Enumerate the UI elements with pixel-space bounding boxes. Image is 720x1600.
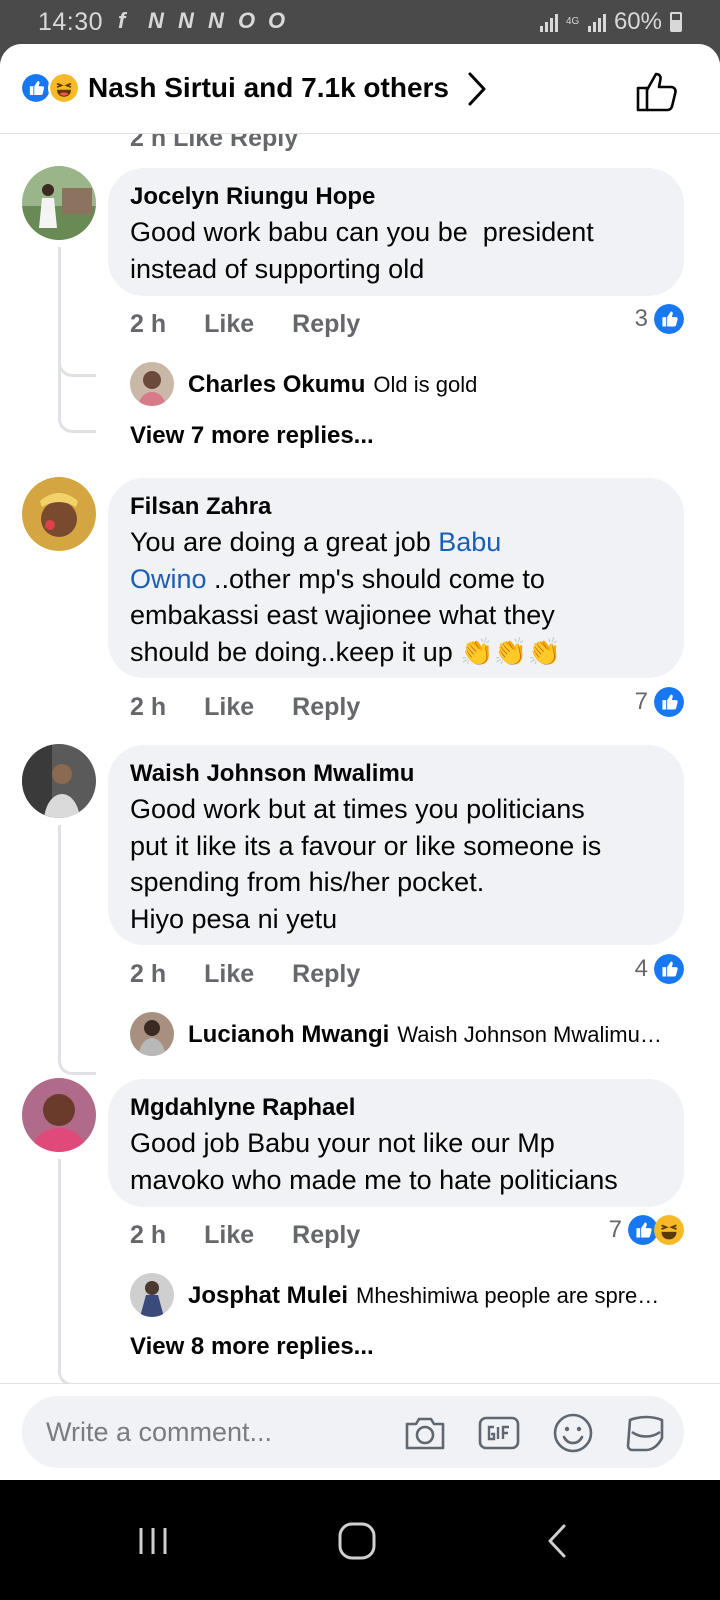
- reaction-count[interactable]: 7: [609, 1215, 684, 1245]
- reaction-count-value: 7: [608, 1216, 622, 1243]
- recent-apps-icon[interactable]: [130, 1518, 176, 1564]
- comment-bubble[interactable]: Mgdahlyne Raphael Good job Babu your not…: [108, 1079, 684, 1207]
- comment-text: Good job Babu your not like our Mp mavok…: [130, 1128, 618, 1195]
- clapping-emoji: 👏👏👏: [460, 636, 562, 667]
- avatar[interactable]: [22, 166, 96, 240]
- reply-preview[interactable]: Charles Okumu Old is gold: [188, 371, 477, 399]
- comment-text: Good work but at times you politicians p…: [130, 794, 602, 934]
- comment-actions: 2 h Like Reply: [130, 960, 360, 989]
- like-action[interactable]: Like: [204, 310, 254, 339]
- reply-thread-line: [58, 1159, 96, 1386]
- back-icon[interactable]: [536, 1518, 582, 1564]
- system-nav-bar: [0, 1480, 720, 1600]
- reply-preview[interactable]: Lucianoh Mwangi Waish Johnson Mwalimu…: [188, 1021, 662, 1049]
- reactions-header[interactable]: Nash Sirtui and 7.1k others: [0, 44, 720, 134]
- reply-author[interactable]: Josphat Mulei: [188, 1282, 348, 1310]
- comment-author[interactable]: Mgdahlyne Raphael: [130, 1093, 662, 1123]
- haha-icon: [654, 1215, 684, 1245]
- avatar[interactable]: [22, 477, 96, 551]
- reply-action[interactable]: Reply: [292, 693, 360, 722]
- comment-composer-bar: [0, 1383, 720, 1480]
- reply-author[interactable]: Lucianoh Mwangi: [188, 1021, 389, 1049]
- comment-time: 2 h: [130, 310, 167, 338]
- reply-preview[interactable]: Josphat Mulei Mheshimiwa people are spre…: [188, 1282, 659, 1310]
- comment-text-part: You are doing a great job: [130, 527, 439, 557]
- reply-text: Old is gold: [373, 372, 478, 397]
- like-action[interactable]: Like: [204, 960, 254, 989]
- like-action[interactable]: Like: [204, 1221, 254, 1250]
- emoji-icon[interactable]: [550, 1410, 596, 1456]
- status-time: 14:30: [38, 8, 104, 36]
- comment-author[interactable]: Jocelyn Riungu Hope: [130, 182, 662, 212]
- status-bar: 14:30 f N N N O O 4G 60%: [0, 0, 720, 44]
- like-icon: [654, 954, 684, 984]
- reaction-icons: [628, 1215, 684, 1245]
- battery-percent: 60%: [613, 8, 662, 35]
- comment-composer[interactable]: [22, 1396, 684, 1468]
- reaction-count[interactable]: 3: [635, 304, 684, 334]
- reaction-count-value: 4: [634, 955, 648, 982]
- reply-text: Mheshimiwa people are spre…: [356, 1283, 660, 1308]
- reaction-count-value: 3: [634, 305, 648, 332]
- comment-bubble[interactable]: Filsan Zahra You are doing a great job B…: [108, 478, 684, 678]
- news-notification-icon: N: [208, 8, 224, 33]
- camera-icon[interactable]: [402, 1410, 448, 1456]
- reply-thread-line: [58, 247, 96, 377]
- comment-author[interactable]: Filsan Zahra: [130, 492, 662, 522]
- comment-text: You are doing a great job Babu Owino ..o…: [130, 524, 662, 670]
- reply-thread-line: [58, 825, 96, 1075]
- comment-time: 2 h: [130, 1221, 167, 1249]
- status-right: 4G 60%: [539, 8, 682, 36]
- battery-icon: [670, 12, 682, 32]
- comment-actions: 2 h Like Reply: [130, 310, 360, 339]
- haha-icon: [48, 72, 80, 104]
- circle-notification-icon: O: [268, 8, 286, 33]
- reply-action[interactable]: Reply: [292, 310, 360, 339]
- reply-action[interactable]: Reply: [292, 1221, 360, 1250]
- notification-icons: f N N N O O: [118, 10, 290, 32]
- comment-actions: 2 h Like Reply: [130, 693, 360, 722]
- comment-actions: 2 h Like Reply: [130, 1221, 360, 1250]
- home-icon[interactable]: [334, 1518, 380, 1564]
- avatar[interactable]: [22, 1078, 96, 1152]
- news-notification-icon: N: [178, 8, 194, 33]
- reaction-count[interactable]: 4: [635, 954, 684, 984]
- reply-avatar[interactable]: [130, 362, 174, 406]
- view-more-replies[interactable]: View 7 more replies...: [130, 422, 374, 450]
- signal-icon: [539, 12, 558, 32]
- sticker-icon[interactable]: [622, 1410, 668, 1456]
- reply-avatar[interactable]: [130, 1273, 174, 1317]
- circle-notification-icon: O: [238, 8, 256, 33]
- reaction-count[interactable]: 7: [635, 687, 684, 717]
- gif-icon[interactable]: [476, 1410, 522, 1456]
- comment-bubble[interactable]: Waish Johnson Mwalimu Good work but at t…: [108, 745, 684, 945]
- reaction-icons: [20, 72, 84, 106]
- chevron-right-icon[interactable]: [462, 70, 492, 108]
- reply-author[interactable]: Charles Okumu: [188, 371, 365, 399]
- view-more-replies[interactable]: View 8 more replies...: [130, 1333, 374, 1361]
- reply-action[interactable]: Reply: [292, 960, 360, 989]
- reply-avatar[interactable]: [130, 1012, 174, 1056]
- comment-bubble[interactable]: Jocelyn Riungu Hope Good work babu can y…: [108, 168, 684, 296]
- comment-time: 2 h: [130, 693, 167, 721]
- avatar[interactable]: [22, 744, 96, 818]
- news-notification-icon: N: [148, 8, 164, 33]
- comments-sheet: Nash Sirtui and 7.1k others 2 h Like Rep…: [0, 44, 720, 1480]
- like-icon: [654, 304, 684, 334]
- like-button-icon[interactable]: [634, 68, 680, 114]
- like-icon: [654, 687, 684, 717]
- comment-author[interactable]: Waish Johnson Mwalimu: [130, 759, 662, 789]
- comment-time: 2 h: [130, 960, 167, 988]
- comment-input[interactable]: [46, 1414, 386, 1450]
- network-type: 4G: [565, 16, 580, 27]
- facebook-notification-icon: f: [118, 8, 126, 33]
- reactions-title[interactable]: Nash Sirtui and 7.1k others: [88, 72, 449, 104]
- like-action[interactable]: Like: [204, 693, 254, 722]
- reply-text: Waish Johnson Mwalimu…: [397, 1022, 662, 1047]
- reaction-count-value: 7: [634, 688, 648, 715]
- signal-icon: [587, 12, 606, 32]
- comment-text: Good work babu can you be president inst…: [130, 217, 594, 284]
